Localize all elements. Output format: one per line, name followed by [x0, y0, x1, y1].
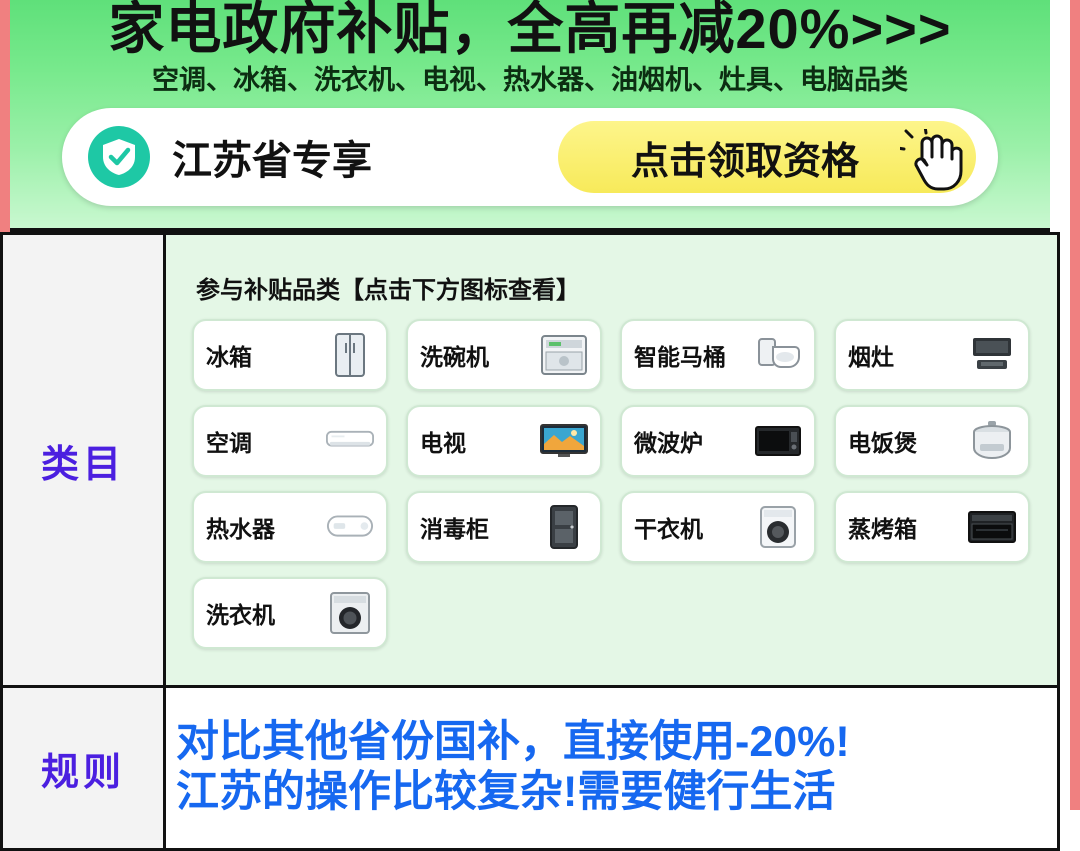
refrigerator-icon [326, 331, 374, 379]
banner-claim-card: 江苏省专享 点击领取资格 [62, 108, 998, 206]
air-conditioner-icon [326, 417, 374, 465]
chip-label: 电视 [420, 429, 466, 456]
category-chip-water-heater[interactable]: 热水器 [192, 490, 388, 563]
row-label-rule: 规则 [0, 685, 166, 851]
row-label-category: 类目 [0, 232, 166, 688]
chip-label: 干衣机 [634, 515, 703, 542]
table-row-rule: 规则 对比其他省份国补，直接使用-20%! 江苏的操作比较复杂!需要健行生活 [0, 685, 1060, 851]
category-chip-refrigerator[interactable]: 冰箱 [192, 318, 388, 391]
microwave-icon [754, 417, 802, 465]
page-root: 家电政府补贴，全高再减20%>>> 空调、冰箱、洗衣机、电视、热水器、油烟机、灶… [0, 0, 1080, 851]
category-chip-dishwasher[interactable]: 洗碗机 [406, 318, 602, 391]
rice-cooker-icon [968, 417, 1016, 465]
television-icon [540, 417, 588, 465]
category-chip-sterilizer-cabinet[interactable]: 消毒柜 [406, 490, 602, 563]
chip-label: 微波炉 [634, 429, 703, 456]
chip-label: 空调 [206, 429, 252, 456]
category-chip-television[interactable]: 电视 [406, 404, 602, 477]
banner-region-label: 江苏省专享 [172, 139, 372, 183]
washing-machine-icon [326, 589, 374, 637]
chip-label: 烟灶 [848, 343, 894, 370]
info-table: 类目 参与补贴品类【点击下方图标查看】 冰箱 洗碗机 智能马桶 烟灶 空调 电视… [0, 232, 1060, 851]
category-chip-range-hood[interactable]: 烟灶 [834, 318, 1030, 391]
sterilizer-cabinet-icon [540, 503, 588, 551]
smart-toilet-icon [754, 331, 802, 379]
category-chip-air-conditioner[interactable]: 空调 [192, 404, 388, 477]
chip-label: 洗衣机 [206, 601, 275, 628]
category-chip-washing-machine[interactable]: 洗衣机 [192, 576, 388, 649]
banner-title: 家电政府补贴，全高再减20%>>> [108, 0, 952, 60]
hand-cursor-icon [895, 124, 972, 198]
banner-subtitle: 空调、冰箱、洗衣机、电视、热水器、油烟机、灶具、电脑品类 [152, 65, 908, 95]
category-title: 参与补贴品类【点击下方图标查看】 [196, 276, 580, 304]
chip-label: 消毒柜 [420, 515, 489, 542]
claim-qualification-label: 点击领取资格 [630, 140, 859, 183]
dryer-icon [754, 503, 802, 551]
dishwasher-icon [540, 331, 588, 379]
rule-line-1: 对比其他省份国补，直接使用-20%! [176, 718, 850, 767]
shield-check-icon [88, 126, 150, 188]
category-chip-steam-oven[interactable]: 蒸烤箱 [834, 490, 1030, 563]
rule-cell: 对比其他省份国补，直接使用-20%! 江苏的操作比较复杂!需要健行生活 [163, 685, 1060, 851]
claim-qualification-button[interactable]: 点击领取资格 [558, 121, 976, 193]
range-hood-icon [968, 331, 1016, 379]
chip-label: 冰箱 [206, 343, 252, 370]
water-heater-icon [326, 503, 374, 551]
category-chip-smart-toilet[interactable]: 智能马桶 [620, 318, 816, 391]
chip-label: 蒸烤箱 [848, 515, 917, 542]
category-chip-rice-cooker[interactable]: 电饭煲 [834, 404, 1030, 477]
category-chip-grid: 冰箱 洗碗机 智能马桶 烟灶 空调 电视 微波炉 电饭煲 热水器 消毒柜 干衣机… [182, 318, 1041, 649]
rule-line-2: 江苏的操作比较复杂!需要健行生活 [176, 768, 836, 816]
chip-label: 洗碗机 [420, 343, 489, 370]
chip-label: 电饭煲 [848, 429, 917, 456]
category-chip-dryer[interactable]: 干衣机 [620, 490, 816, 563]
category-chip-microwave[interactable]: 微波炉 [620, 404, 816, 477]
steam-oven-icon [968, 503, 1016, 551]
promo-banner: 家电政府补贴，全高再减20%>>> 空调、冰箱、洗衣机、电视、热水器、油烟机、灶… [10, 0, 1050, 232]
chip-label: 智能马桶 [634, 343, 726, 370]
table-row-category: 类目 参与补贴品类【点击下方图标查看】 冰箱 洗碗机 智能马桶 烟灶 空调 电视… [0, 232, 1060, 688]
category-cell: 参与补贴品类【点击下方图标查看】 冰箱 洗碗机 智能马桶 烟灶 空调 电视 微波… [163, 232, 1060, 688]
chip-label: 热水器 [206, 515, 275, 542]
